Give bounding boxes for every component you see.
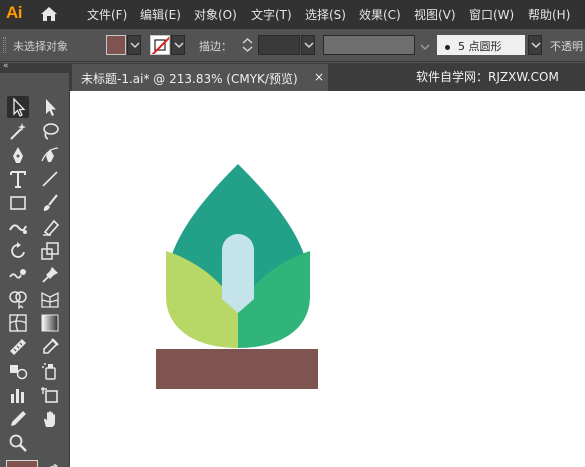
menu-view[interactable]: 视图(V) [414,6,456,23]
menu-effect[interactable]: 效果(C) [359,6,401,23]
home-icon[interactable] [38,4,60,24]
rotate-tool-icon[interactable] [7,240,29,262]
selection-status: 未选择对象 [13,40,68,53]
curvature-tool-icon[interactable] [39,144,61,166]
column-graph-tool-icon[interactable] [7,384,29,406]
slice-tool-icon[interactable] [7,408,29,430]
selection-tool-icon[interactable] [7,96,29,118]
mesh-tool-icon[interactable] [7,312,29,334]
watermark-text: 软件自学网：RJZXW.COM [416,70,559,84]
menu-type[interactable]: 文字(T) [251,6,292,23]
rectangle-tool-icon[interactable] [7,192,29,214]
symbol-sprayer-tool-icon[interactable] [39,360,61,382]
stroke-dropdown[interactable] [171,35,185,55]
line-segment-tool-icon[interactable] [39,168,61,190]
lasso-tool-icon[interactable] [39,120,61,142]
app-logo: Ai [6,3,23,22]
fill-dropdown[interactable] [127,35,141,55]
eraser-tool-icon[interactable] [39,216,61,238]
pin-tool-icon[interactable] [39,264,61,286]
brush-dot-icon [445,44,450,50]
variable-width-profile[interactable] [323,35,415,55]
panel-grip-icon[interactable] [3,37,6,53]
magic-wand-tool-icon[interactable] [7,120,29,142]
collapse-panel-icon[interactable]: « [3,61,9,71]
stroke-weight-input[interactable] [258,35,300,55]
brush-definition-select[interactable]: 5 点圆形 [437,35,525,55]
brush-dropdown[interactable] [528,35,542,55]
menu-help[interactable]: 帮助(H) [528,6,570,23]
chevron-down-icon [531,42,541,49]
eyedropper-tool-icon[interactable] [39,336,61,358]
artboard-canvas[interactable] [70,91,585,467]
control-bar: 未选择对象 描边： 5 点圆形 不透明 [0,29,585,62]
swap-fill-stroke-icon[interactable] [46,458,60,467]
blend-tool-icon[interactable] [7,360,29,382]
zoom-tool-icon[interactable] [7,432,29,454]
chevron-down-icon[interactable] [420,41,430,54]
gradient-tool-icon[interactable] [39,312,61,334]
artboard-tool-icon[interactable] [39,384,61,406]
warp-tool-icon[interactable] [7,264,29,286]
menu-file[interactable]: 文件(F) [87,6,127,23]
stroke-weight-stepper[interactable] [240,35,255,55]
stroke-weight-dropdown[interactable] [301,35,315,55]
stem-shape [222,234,254,313]
pot-rectangle [156,349,318,389]
chevron-down-icon [304,42,314,49]
measure-tool-icon[interactable] [7,336,29,358]
document-tab[interactable]: 未标题-1.ai* @ 213.83% (CMYK/预览) × [72,64,328,91]
document-tab-title: 未标题-1.ai* @ 213.83% (CMYK/预览) [81,72,298,86]
type-tool-icon[interactable] [7,168,29,190]
scale-tool-icon[interactable] [39,240,61,262]
chevron-down-icon [174,42,184,49]
perspective-grid-tool-icon[interactable] [39,288,61,310]
document-tab-bar: 未标题-1.ai* @ 213.83% (CMYK/预览) × 软件自学网：RJ… [70,63,585,91]
shape-builder-tool-icon[interactable] [7,288,29,310]
menu-select[interactable]: 选择(S) [305,6,346,23]
menu-edit[interactable]: 编辑(E) [140,6,181,23]
hand-tool-icon[interactable] [39,408,61,430]
paintbrush-tool-icon[interactable] [39,192,61,214]
menu-window[interactable]: 窗口(W) [469,6,514,23]
stroke-color-swatch[interactable] [150,35,170,55]
brush-definition-value: 5 点圆形 [458,40,502,53]
stroke-weight-label: 描边： [199,40,232,53]
no-stroke-icon [151,36,169,54]
chevron-down-icon [130,42,140,49]
illustrator-window: Ai 文件(F) 编辑(E) 对象(O) 文字(T) 选择(S) 效果(C) 视… [0,0,585,467]
plant-artwork[interactable] [70,91,585,467]
direct-selection-tool-icon[interactable] [39,96,61,118]
tools-panel [0,73,70,467]
fill-stroke-indicator[interactable] [6,460,38,467]
menu-bar: Ai 文件(F) 编辑(E) 对象(O) 文字(T) 选择(S) 效果(C) 视… [0,0,585,29]
shaper-tool-icon[interactable] [7,216,29,238]
fill-color-swatch[interactable] [106,35,126,55]
menu-object[interactable]: 对象(O) [194,6,237,23]
pen-tool-icon[interactable] [7,144,29,166]
toolbar-header: « [0,61,70,73]
close-icon[interactable]: × [314,70,324,84]
opacity-label[interactable]: 不透明 [550,38,583,54]
